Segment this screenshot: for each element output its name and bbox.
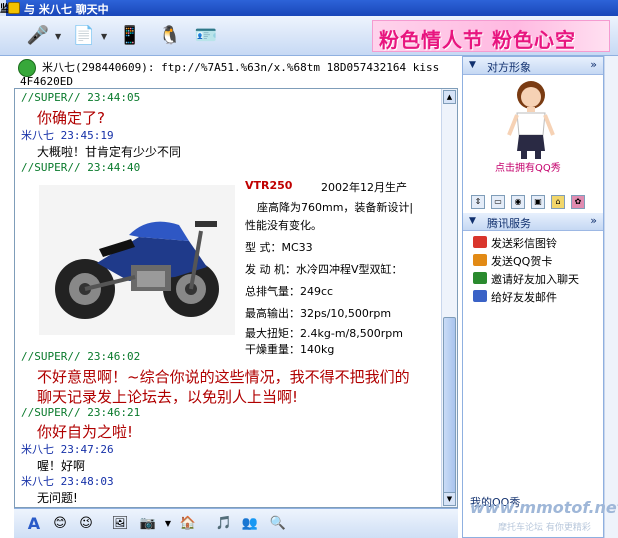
file-icon: 📄	[72, 25, 96, 46]
pink-valentine-banner[interactable]: 粉色情人节 粉色心空	[372, 20, 610, 52]
contact-header: 米八七(298440609): ftp://%7A51.%63n/x.%68tm…	[14, 56, 458, 88]
get-qq-show-link[interactable]: 点击拥有QQ秀	[495, 159, 561, 174]
double-chevron-icon[interactable]: »	[590, 58, 597, 71]
send-file-button[interactable]: 📄	[70, 22, 98, 50]
spec-line: 最大扭矩：2.4kg-m/8,500rpm	[245, 327, 403, 340]
wink-icon[interactable]: 😉	[76, 514, 96, 534]
message-header: //SUPER// 23:44:05	[21, 91, 141, 104]
window-title: 与 米八七 聊天中	[24, 3, 109, 16]
penguin-icon: 🐧	[158, 25, 182, 46]
spec-line: 座高降为760mm，装备新设计|	[257, 201, 414, 214]
main-toolbar: 🎤 ▼ 📄 ▼ 📱 🐧 🪪 粉色情人节 粉色心空	[0, 16, 618, 56]
message-header: 米八七 23:48:03	[21, 475, 114, 488]
show-tools: ⇕ ▭ ◉ ▣ ⌂ ✿	[467, 195, 601, 213]
home-icon[interactable]: 🏠	[178, 514, 198, 534]
spec-line: 型 式：MC33	[245, 241, 313, 254]
voice-video-button[interactable]: 🎤	[24, 22, 52, 50]
motorcycle-spec-image[interactable]: VTR250 2002年12月生产 座高降为760mm，装备新设计| 性能没有变…	[39, 177, 429, 356]
mms-icon	[473, 236, 487, 248]
services-panel-header[interactable]: ▼ 腾讯服务 »	[463, 213, 603, 231]
message-body: 大概啦！甘肯定有少少不同	[37, 145, 182, 159]
chevron-down-icon[interactable]: ▼	[55, 32, 61, 41]
mobile-phone-icon: 📱	[118, 25, 142, 46]
scroll-up-icon[interactable]: ▲	[443, 90, 456, 104]
watermark-slogan: 摩托车论坛 有你更精彩	[498, 523, 591, 533]
motorcycle-icon	[55, 221, 219, 319]
message-body: 喔！好啊	[37, 459, 86, 473]
scroll-down-icon[interactable]: ▼	[443, 492, 456, 506]
contact-info-icon: 🪪	[194, 25, 218, 46]
spec-line: 最高输出：32ps/10,500rpm	[245, 307, 392, 320]
spec-line: 总排气量：249cc	[245, 285, 334, 298]
contact-signature-line1: 米八七(298440609): ftp://%7A51.%63n/x.%68tm…	[42, 61, 440, 74]
contact-signature-line2: 4F4620ED	[20, 75, 73, 88]
message-header: 米八七 23:45:19	[21, 129, 114, 142]
message-body: 不好意思啊！~综合你说的这些情况，我不得不把我们的	[37, 368, 410, 386]
message-body: 你确定了?	[37, 109, 105, 127]
invite-friends-icon	[473, 272, 487, 284]
mail-icon	[473, 290, 487, 302]
search-icon[interactable]: 🔍	[268, 514, 288, 534]
message-body: 无问题!	[37, 491, 78, 505]
spec-line: 性能没有变化。	[245, 219, 322, 232]
format-toolbar: A 😊 😉 🖼 📷 ▼ 🏠 🎵 👥 🔍	[14, 508, 458, 538]
left-edge-fragment: 监	[0, 0, 10, 16]
service-card[interactable]: 发送QQ贺卡	[473, 253, 552, 269]
message-body: 你好自为之啦!	[37, 423, 134, 441]
site-watermark: www.mmotof.net 摩托车论坛 有你更精彩	[470, 492, 618, 538]
sms-button[interactable]: 📱	[116, 22, 144, 50]
font-icon[interactable]: A	[24, 514, 44, 534]
sort-icon[interactable]: ⇕	[471, 195, 485, 209]
camera-icon[interactable]: ◉	[511, 195, 525, 209]
microphone-icon: 🎤	[26, 25, 50, 46]
chevron-down-icon[interactable]: ▼	[101, 32, 107, 41]
production-date: 2002年12月生产	[321, 181, 407, 194]
save-icon[interactable]: ▣	[531, 195, 545, 209]
spec-line: 发 动 机：水冷四冲程V型双缸：	[245, 263, 403, 276]
message-header: //SUPER// 23:46:02	[21, 350, 141, 363]
model-name: VTR250	[245, 179, 293, 192]
side-scrollbar[interactable]	[604, 56, 618, 538]
magic-icon[interactable]: 👥	[240, 514, 260, 534]
service-mms[interactable]: 发送彩信图铃	[473, 235, 557, 251]
side-panel: ▼ 对方形象 » 点击拥有QQ秀 ⇕ ▭ ◉ ▣ ⌂ ✿ ▼ 腾讯服务 » 发送…	[462, 56, 604, 538]
show-panel-header[interactable]: ▼ 对方形象 »	[463, 57, 603, 75]
qq-window-icon	[8, 2, 20, 14]
picture-icon[interactable]: 🖼	[110, 514, 130, 534]
message-body-continued: 聊天记录发上论坛去，以免别人上当啊!	[37, 388, 299, 406]
title-bar: 监 与 米八七 聊天中	[0, 0, 618, 16]
message-header: //SUPER// 23:46:21	[21, 406, 141, 419]
music-icon[interactable]: 🎵	[214, 514, 234, 534]
service-invite[interactable]: 邀请好友加入聊天	[473, 271, 579, 287]
frame-icon[interactable]: ▭	[491, 195, 505, 209]
girl-avatar-icon	[507, 81, 555, 159]
spec-sheet: VTR250 2002年12月生产 座高降为760mm，装备新设计| 性能没有变…	[245, 177, 429, 356]
triangle-down-icon: ▼	[469, 216, 476, 226]
spec-line: 干燥重量：140kg	[245, 343, 335, 356]
message-header: //SUPER// 23:44:40	[21, 161, 141, 174]
chat-scrollbar[interactable]: ▲ ▼	[441, 89, 457, 507]
qq-game-button[interactable]: 🐧	[156, 22, 184, 50]
chat-history[interactable]: //SUPER// 23:44:05 你确定了? 米八七 23:45:19 大概…	[14, 88, 458, 508]
triangle-down-icon: ▼	[469, 60, 476, 70]
info-button[interactable]: 🪪	[192, 22, 220, 50]
motorcycle-photo	[39, 185, 235, 335]
service-email[interactable]: 给好友发邮件	[473, 289, 557, 305]
home-icon[interactable]: ⌂	[551, 195, 565, 209]
banner-text: 粉色情人节 粉色心空	[379, 28, 576, 52]
message-header: 米八七 23:47:26	[21, 443, 114, 456]
scroll-thumb[interactable]	[443, 317, 456, 497]
show-panel-title: 对方形象	[487, 61, 531, 74]
watermark-url: www.mmotof.net	[470, 498, 618, 517]
screenshot-icon[interactable]: 📷	[138, 514, 158, 534]
chevron-down-icon[interactable]: ▼	[158, 514, 178, 534]
greeting-card-icon	[473, 254, 487, 266]
wardrobe-icon[interactable]: ✿	[571, 195, 585, 209]
services-panel-title: 腾讯服务	[487, 217, 531, 230]
emoticon-icon[interactable]: 😊	[50, 514, 70, 534]
double-chevron-icon[interactable]: »	[590, 214, 597, 227]
